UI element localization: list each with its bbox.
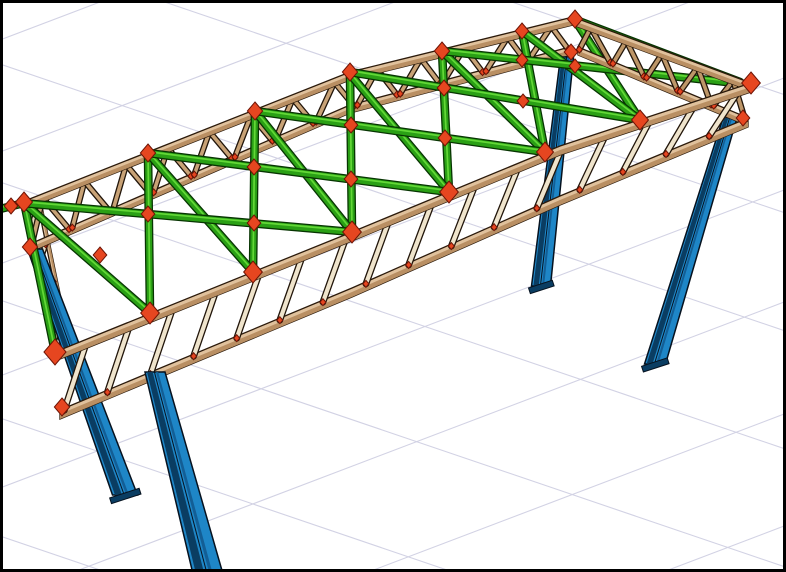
roof-strut-2 bbox=[143, 148, 155, 318]
roof-strut-3 bbox=[248, 106, 260, 277]
grid-line bbox=[0, 535, 108, 572]
near-left-column-g bbox=[144, 371, 224, 572]
grid-line bbox=[0, 0, 107, 41]
viewport-frame bbox=[0, 0, 786, 572]
roof-strut-4 bbox=[345, 69, 357, 237]
near-left-column-edge-line bbox=[153, 371, 208, 572]
grid-line bbox=[661, 524, 786, 572]
near-left-column bbox=[144, 371, 224, 572]
model-viewport[interactable] bbox=[0, 0, 786, 572]
far-truss-web bbox=[207, 129, 234, 161]
near-left-column-flange-shade bbox=[147, 372, 204, 572]
connection-node bbox=[246, 158, 262, 176]
connection-node bbox=[343, 116, 359, 134]
